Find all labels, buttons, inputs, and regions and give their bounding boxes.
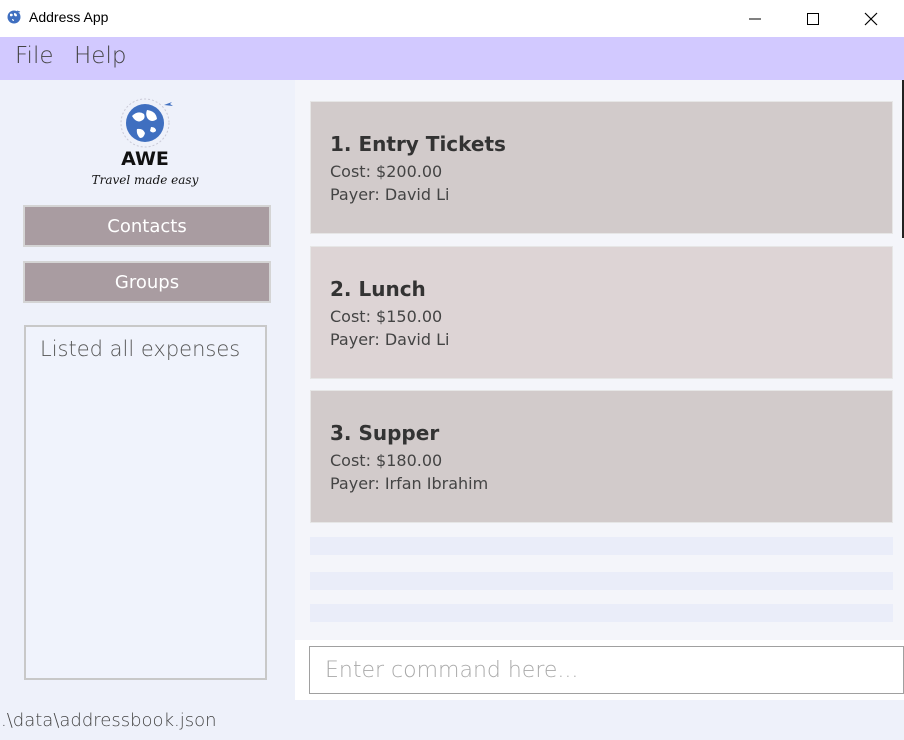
expense-title: 2. Lunch bbox=[330, 277, 426, 301]
maximize-button[interactable] bbox=[784, 0, 842, 37]
empty-list-row bbox=[310, 604, 893, 622]
minimize-button[interactable] bbox=[726, 0, 784, 37]
title-bar: Address App bbox=[0, 0, 904, 37]
close-icon bbox=[864, 12, 878, 25]
app-logo: AWE Travel made easy bbox=[92, 98, 199, 187]
expense-cost: Cost: $200.00 bbox=[330, 162, 443, 181]
menu-file[interactable]: File bbox=[15, 43, 54, 69]
empty-list-row bbox=[310, 537, 893, 555]
expense-payer: Payer: David Li bbox=[330, 185, 450, 204]
menu-bar: File Help bbox=[0, 37, 904, 80]
expense-title: 3. Supper bbox=[330, 421, 440, 445]
window-title: Address App bbox=[29, 9, 109, 25]
maximize-icon bbox=[807, 12, 819, 25]
empty-list-row bbox=[310, 572, 893, 590]
menu-help[interactable]: Help bbox=[74, 43, 126, 69]
globe-icon bbox=[7, 10, 21, 24]
minimize-icon bbox=[749, 18, 761, 19]
logo-text: AWE bbox=[121, 148, 169, 170]
result-display: Listed all expenses bbox=[24, 325, 267, 680]
groups-button[interactable]: Groups bbox=[23, 261, 271, 303]
status-bar: .\data\addressbook.json bbox=[0, 700, 904, 740]
expense-card[interactable]: 1. Entry Tickets Cost: $200.00 Payer: Da… bbox=[310, 101, 893, 234]
expense-payer: Payer: Irfan Ibrahim bbox=[330, 474, 489, 493]
close-button[interactable] bbox=[842, 0, 900, 37]
result-message: Listed all expenses bbox=[40, 337, 241, 361]
contacts-button[interactable]: Contacts bbox=[23, 205, 271, 247]
logo-tagline: Travel made easy bbox=[92, 173, 199, 187]
expense-cost: Cost: $150.00 bbox=[330, 307, 443, 326]
data-file-path: .\data\addressbook.json bbox=[1, 710, 217, 731]
expense-card[interactable]: 2. Lunch Cost: $150.00 Payer: David Li bbox=[310, 246, 893, 379]
expense-card[interactable]: 3. Supper Cost: $180.00 Payer: Irfan Ibr… bbox=[310, 390, 893, 523]
expense-payer: Payer: David Li bbox=[330, 330, 450, 349]
expense-cost: Cost: $180.00 bbox=[330, 451, 443, 470]
expense-title: 1. Entry Tickets bbox=[330, 132, 506, 156]
command-input[interactable] bbox=[309, 646, 904, 694]
